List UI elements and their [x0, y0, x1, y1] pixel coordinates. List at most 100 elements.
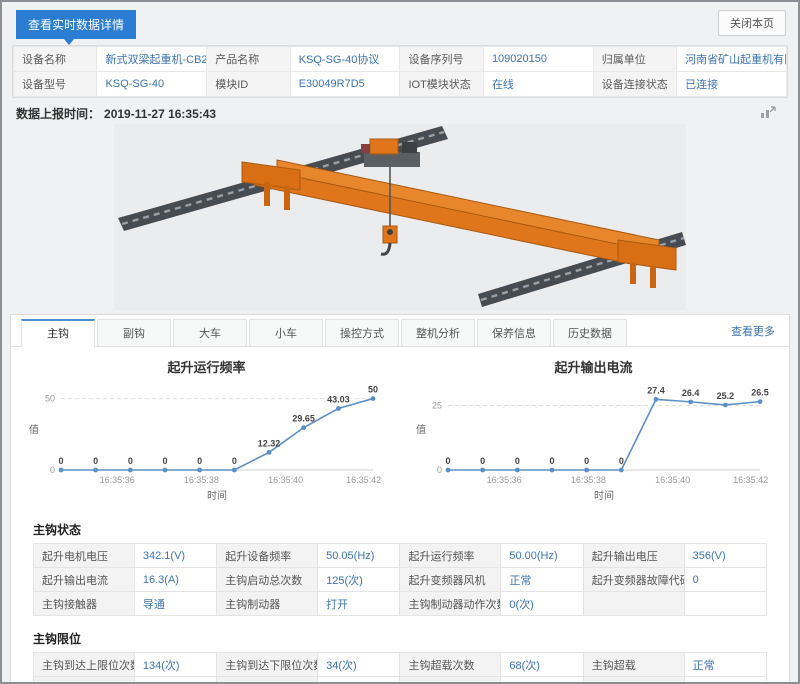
status-value: 正常: [134, 677, 216, 684]
svg-text:时间: 时间: [207, 489, 227, 502]
status-label: 起升输出电压: [583, 544, 684, 568]
status-label: 起升变频器风机: [400, 568, 501, 592]
status-label: [400, 677, 501, 684]
table-row: 主钩下限正常主钩上限正常: [34, 677, 767, 684]
status-label: [583, 592, 684, 616]
status-value: [684, 677, 766, 684]
section-table: 起升电机电压342.1(V)起升设备频率50.05(Hz)起升运行频率50.00…: [33, 543, 767, 616]
info-value: KSQ-SG-40协议: [290, 47, 400, 72]
info-label: 产品名称: [207, 47, 290, 72]
tab-history-data[interactable]: 历史数据: [553, 319, 627, 346]
svg-text:0: 0: [584, 456, 589, 466]
svg-text:0: 0: [445, 456, 450, 466]
status-value: 134(次): [134, 653, 216, 677]
status-label: 起升变频器故障代码: [583, 568, 684, 592]
status-label: 主钩接触器: [34, 592, 135, 616]
table-row: 起升输出电流16.3(A)主钩启动总次数125(次)起升变频器风机正常起升变频器…: [34, 568, 767, 592]
status-value: 342.1(V): [134, 544, 216, 568]
section-title: 主钩状态: [33, 521, 767, 538]
info-label: 设备名称: [14, 47, 97, 72]
section-table: 主钩到达上限位次数134(次)主钩到达下限位次数34(次)主钩超载次数68(次)…: [33, 652, 767, 684]
tab-control-mode[interactable]: 操控方式: [325, 319, 399, 346]
svg-text:0: 0: [197, 456, 202, 466]
status-value: 0(次): [501, 592, 583, 616]
caret-down-icon: [64, 39, 74, 50]
report-time: 数据上报时间：2019-11-27 16:35:43: [16, 105, 216, 122]
chart-hoist-current: 起升输出电流025值16:35:3616:35:3816:35:4016:35:…: [406, 357, 782, 507]
status-value: 68(次): [501, 653, 583, 677]
status-value: [684, 592, 766, 616]
svg-text:16:35:36: 16:35:36: [99, 475, 134, 485]
device-info-card: 设备名称新式双梁起重机-CB2019产品名称KSQ-SG-40协议设备序列号10…: [12, 45, 788, 98]
status-value: 34(次): [318, 653, 400, 677]
view-realtime-data-button[interactable]: 查看实时数据详情: [16, 10, 136, 39]
chart-hoist-frequency: 起升运行频率050值16:35:3616:35:3816:35:4016:35:…: [19, 357, 395, 507]
info-label: 设备连接状态: [593, 72, 676, 97]
status-label: 主钩制动器: [217, 592, 318, 616]
section-title: 主钩限位: [33, 630, 767, 647]
info-value: 新式双梁起重机-CB2019: [97, 47, 207, 72]
tab-aux-hook[interactable]: 副钩: [97, 319, 171, 346]
tab-bridge[interactable]: 大车: [173, 319, 247, 346]
svg-text:16:35:38: 16:35:38: [183, 475, 218, 485]
tab-trolley[interactable]: 小车: [249, 319, 323, 346]
info-label: IOT模块状态: [400, 72, 483, 97]
status-value: 0: [684, 568, 766, 592]
tab-main-hook[interactable]: 主钩: [21, 319, 95, 347]
svg-text:时间: 时间: [594, 489, 614, 502]
svg-text:12.32: 12.32: [257, 438, 280, 448]
detail-panel: 主钩副钩大车小车操控方式整机分析保养信息历史数据查看更多 起升运行频率050值1…: [10, 314, 790, 684]
section: 主钩状态起升电机电压342.1(V)起升设备频率50.05(Hz)起升运行频率5…: [11, 521, 789, 616]
svg-text:16:35:40: 16:35:40: [268, 475, 303, 485]
tab-maintenance-info[interactable]: 保养信息: [477, 319, 551, 346]
info-value: 109020150: [483, 47, 593, 72]
svg-text:值: 值: [416, 423, 426, 436]
sections: 主钩状态起升电机电压342.1(V)起升设备频率50.05(Hz)起升运行频率5…: [11, 521, 789, 684]
chart-title: 起升输出电流: [406, 357, 782, 376]
svg-text:0: 0: [127, 456, 132, 466]
svg-text:16:35:36: 16:35:36: [486, 475, 521, 485]
signal-chart-icon[interactable]: [760, 106, 776, 121]
info-value: 已连接: [677, 72, 787, 97]
info-label: 归属单位: [593, 47, 676, 72]
section: 主钩限位主钩到达上限位次数134(次)主钩到达下限位次数34(次)主钩超载次数6…: [11, 630, 789, 684]
status-label: 主钩到达下限位次数: [217, 653, 318, 677]
svg-text:16:35:40: 16:35:40: [655, 475, 690, 485]
info-value: 河南省矿山起重机有限公司: [677, 47, 787, 72]
page: 查看实时数据详情 关闭本页 设备名称新式双梁起重机-CB2019产品名称KSQ-…: [0, 0, 800, 684]
top-bar: 查看实时数据详情 关闭本页: [2, 2, 798, 41]
crane-image: [114, 124, 686, 310]
info-value: 在线: [483, 72, 593, 97]
device-info-table: 设备名称新式双梁起重机-CB2019产品名称KSQ-SG-40协议设备序列号10…: [13, 46, 787, 97]
svg-text:0: 0: [480, 456, 485, 466]
svg-text:0: 0: [514, 456, 519, 466]
svg-text:50: 50: [367, 385, 377, 395]
svg-text:25.2: 25.2: [716, 391, 734, 401]
crane-image-wrap: [2, 124, 798, 310]
status-label: 起升设备频率: [217, 544, 318, 568]
svg-text:26.4: 26.4: [681, 388, 699, 398]
info-label: 设备序列号: [400, 47, 483, 72]
svg-text:0: 0: [93, 456, 98, 466]
table-row: 主钩到达上限位次数134(次)主钩到达下限位次数34(次)主钩超载次数68(次)…: [34, 653, 767, 677]
info-value: KSQ-SG-40: [97, 72, 207, 97]
status-label: 起升电机电压: [34, 544, 135, 568]
svg-text:16:35:42: 16:35:42: [346, 475, 381, 485]
device-info-row: 设备型号KSQ-SG-40模块IDE30049R7D5IOT模块状态在线设备连接…: [14, 72, 787, 97]
status-value: [501, 677, 583, 684]
close-page-button[interactable]: 关闭本页: [718, 10, 786, 36]
svg-text:值: 值: [29, 423, 39, 436]
status-value: 356(V): [684, 544, 766, 568]
svg-text:0: 0: [162, 456, 167, 466]
status-label: [583, 677, 684, 684]
svg-text:43.03: 43.03: [327, 395, 350, 405]
svg-text:0: 0: [436, 465, 441, 475]
status-value: 正常: [501, 568, 583, 592]
view-more-link[interactable]: 查看更多: [731, 323, 775, 339]
tab-machine-analysis[interactable]: 整机分析: [401, 319, 475, 346]
svg-text:16:35:42: 16:35:42: [733, 475, 768, 485]
svg-text:25: 25: [431, 400, 441, 410]
status-label: 起升输出电流: [34, 568, 135, 592]
status-value: 打开: [318, 592, 400, 616]
svg-text:0: 0: [618, 456, 623, 466]
